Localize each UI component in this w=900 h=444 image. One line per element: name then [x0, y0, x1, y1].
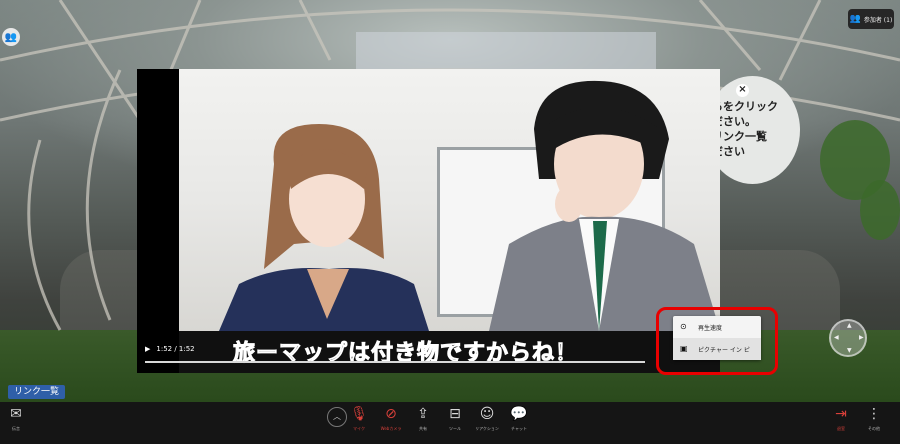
smile-icon: ☺ [479, 406, 495, 422]
message-label: 伝言 [12, 426, 20, 431]
participants-button[interactable]: 👥 参加者 (1) [848, 9, 894, 29]
more-label: その他 [868, 426, 880, 431]
mic-label: マイク [353, 426, 365, 431]
virtual-space-app: 👥 👥 参加者 (1) らをクリック ださい。 リンク一覧 ださい 旅ーマップは [0, 0, 900, 444]
more-icon: ⋮ [867, 406, 881, 422]
reaction-label: リアクション [475, 426, 499, 431]
mic-button[interactable]: 🎙 マイク [341, 406, 377, 432]
chat-button[interactable]: 💬 チャット [501, 406, 537, 432]
video-characters [219, 80, 720, 331]
link-list-button[interactable]: リンク一覧 [8, 385, 66, 399]
people-icon: 👥 [849, 14, 861, 24]
avatar-settings-button[interactable]: 👥 [2, 28, 20, 46]
movement-joystick[interactable]: ▲ ▼ ◀ ▶ [829, 319, 867, 357]
people-icon: 👥 [4, 31, 18, 43]
right-arrow-icon: ▶ [859, 334, 864, 341]
video-player[interactable]: 旅ーマップは付き物ですからね！ ▶ 1:52 / 1:52 [137, 69, 720, 373]
annotation-highlight-box [656, 307, 778, 375]
mail-icon: ✉ [10, 406, 22, 422]
video-progress-bar[interactable] [145, 361, 645, 363]
message-button[interactable]: ✉ 伝言 [0, 406, 34, 432]
close-icon: × [738, 84, 747, 95]
video-time: 1:52 / 1:52 [156, 345, 195, 353]
share-button[interactable]: ⇪ 共有 [405, 406, 441, 432]
chevron-up-icon: ︿ [333, 412, 341, 421]
toolbox-icon: ⊟ [449, 406, 461, 422]
tools-button[interactable]: ⊟ ツール [437, 406, 473, 432]
exit-label: 退室 [837, 426, 845, 431]
participants-label: 参加者 (1) [863, 16, 893, 24]
reaction-button[interactable]: ☺ リアクション [469, 406, 505, 432]
up-arrow-icon: ▲ [847, 322, 852, 329]
exit-button[interactable]: ⇥ 退室 [823, 406, 859, 432]
chat-icon: 💬 [510, 406, 528, 422]
down-arrow-icon: ▼ [847, 347, 852, 354]
webcam-button[interactable]: ⊘ Webカメラ [373, 406, 409, 432]
speech-bubble-text: らをクリック ださい。 リンク一覧 ださい [712, 100, 778, 158]
video-playback-controls: ▶ 1:52 / 1:52 [145, 345, 195, 353]
more-button[interactable]: ⋮ その他 [856, 406, 892, 432]
share-screen-icon: ⇪ [417, 406, 429, 422]
chat-label: チャット [511, 426, 527, 431]
mic-off-icon: 🎙 [350, 406, 368, 422]
left-arrow-icon: ◀ [834, 334, 839, 341]
close-video-button[interactable]: × [736, 84, 749, 97]
camera-off-icon: ⊘ [385, 406, 397, 422]
play-icon[interactable]: ▶ [145, 345, 150, 353]
share-label: 共有 [419, 426, 427, 431]
tools-label: ツール [449, 426, 461, 431]
webcam-label: Webカメラ [380, 426, 402, 431]
exit-icon: ⇥ [835, 406, 847, 422]
